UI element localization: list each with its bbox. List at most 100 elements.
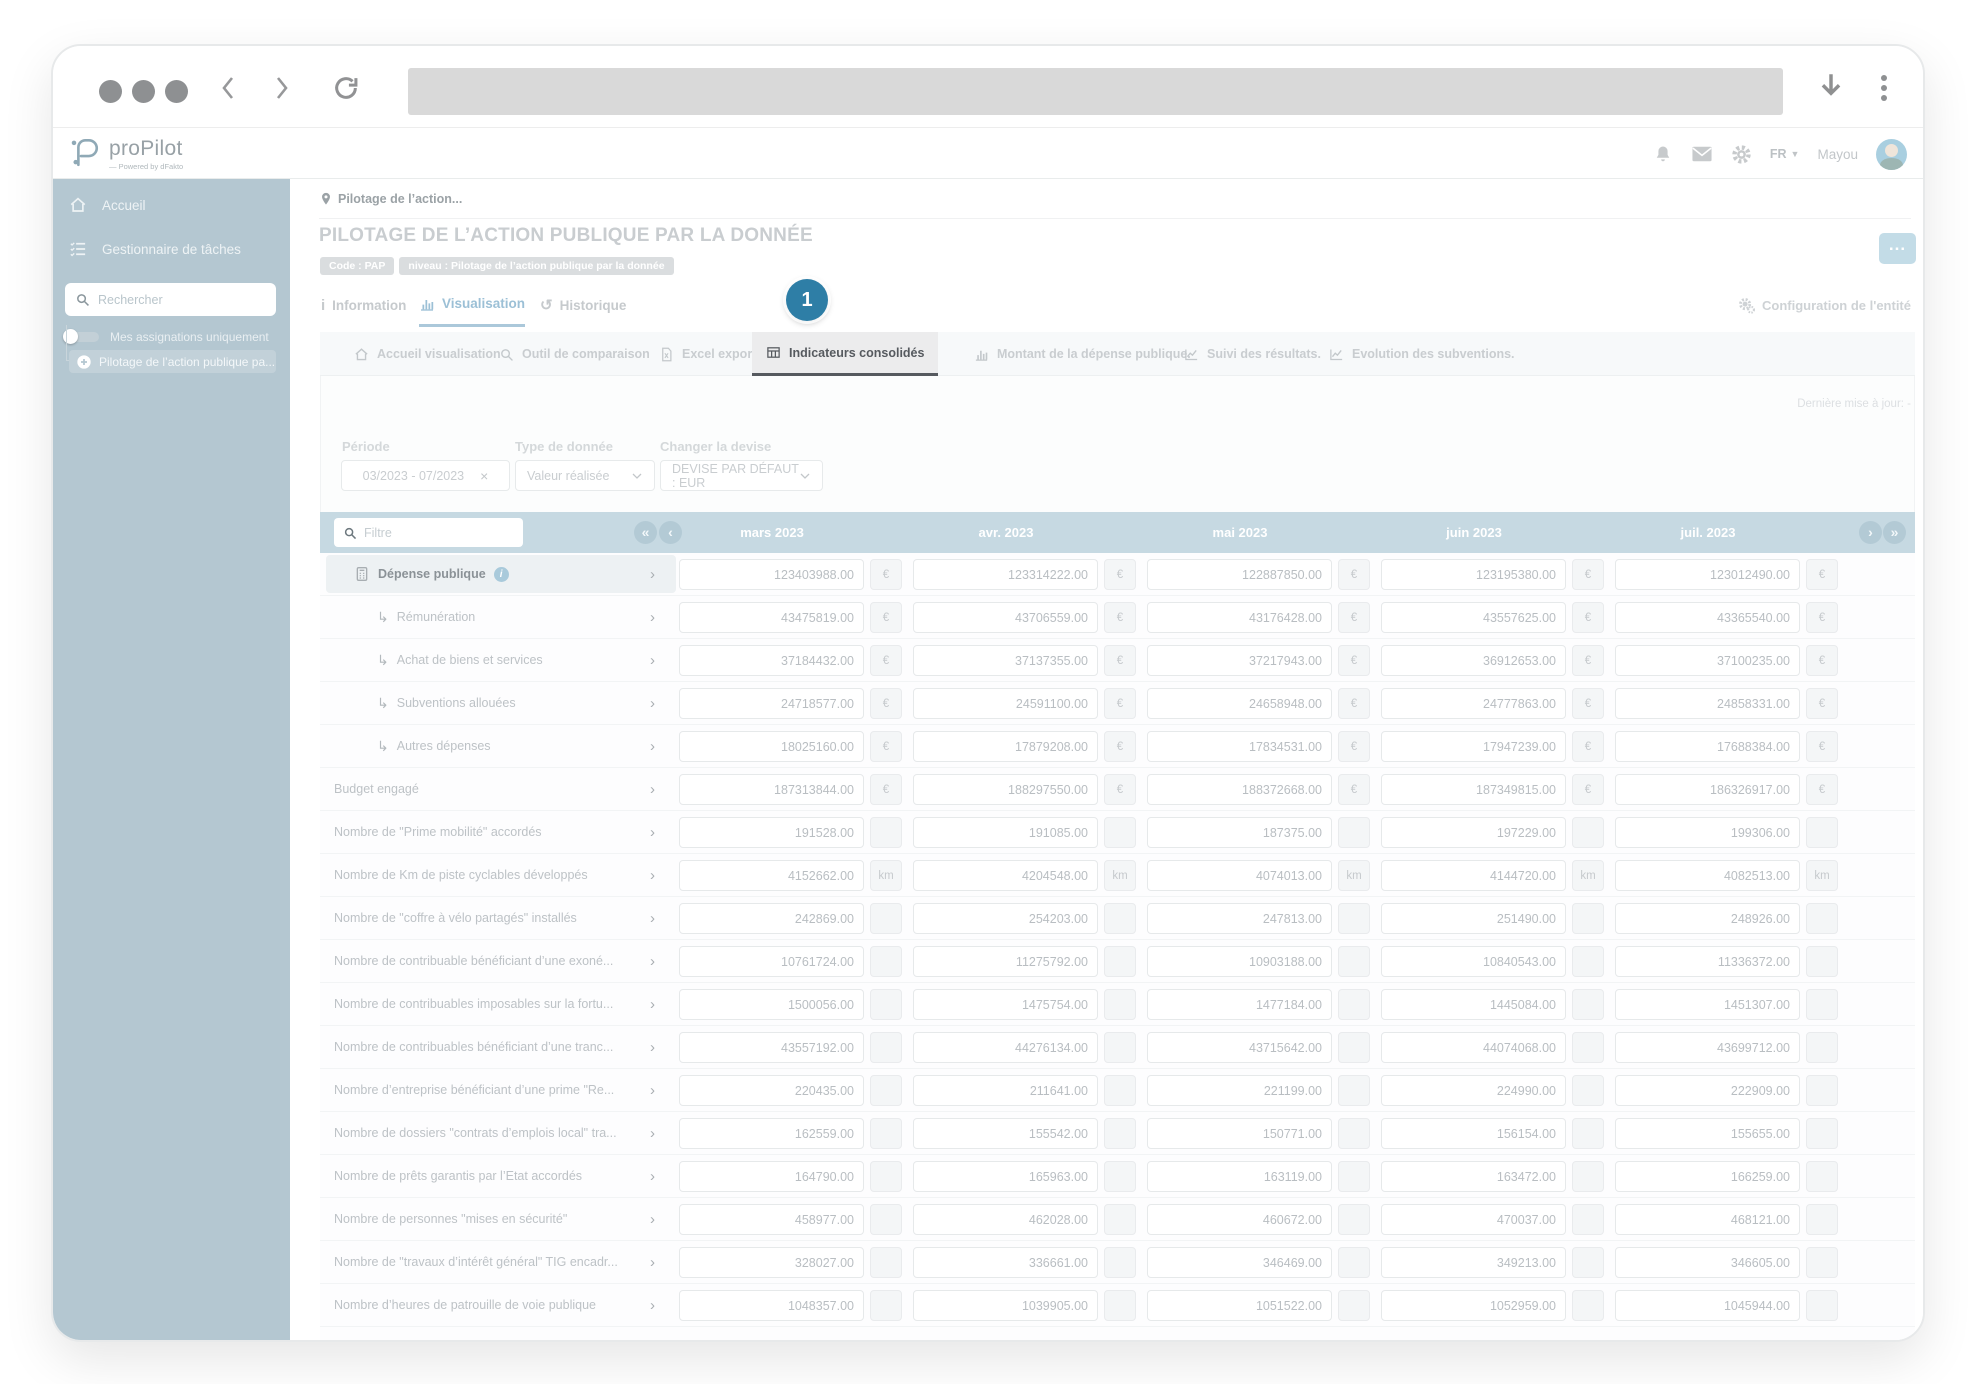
value-input[interactable]: 187349815.00 <box>1381 774 1566 805</box>
back-icon[interactable] <box>216 76 240 100</box>
filter-input[interactable] <box>364 525 514 540</box>
value-input[interactable]: 163472.00 <box>1381 1161 1566 1192</box>
value-input[interactable]: 187313844.00 <box>679 774 864 805</box>
value-input[interactable]: 10840543.00 <box>1381 946 1566 977</box>
expand-chevron-icon[interactable]: › <box>650 768 655 810</box>
value-input[interactable]: 24658948.00 <box>1147 688 1332 719</box>
expand-chevron-icon[interactable]: › <box>650 1069 655 1111</box>
value-input[interactable]: 1048357.00 <box>679 1290 864 1321</box>
expand-chevron-icon[interactable]: › <box>650 553 655 595</box>
value-input[interactable]: 43365540.00 <box>1615 602 1800 633</box>
expand-chevron-icon[interactable]: › <box>650 983 655 1025</box>
value-input[interactable]: 36912653.00 <box>1381 645 1566 676</box>
value-input[interactable]: 123314222.00 <box>913 559 1098 590</box>
expand-chevron-icon[interactable]: › <box>650 811 655 853</box>
value-input[interactable]: 470037.00 <box>1381 1204 1566 1235</box>
window-control-dot[interactable] <box>165 80 188 103</box>
tab-historique[interactable]: ↺ Historique <box>540 283 626 327</box>
value-input[interactable]: 328027.00 <box>679 1247 864 1278</box>
value-input[interactable]: 1475754.00 <box>913 989 1098 1020</box>
expand-chevron-icon[interactable]: › <box>650 1198 655 1240</box>
expand-chevron-icon[interactable]: › <box>650 854 655 896</box>
value-input[interactable]: 24591100.00 <box>913 688 1098 719</box>
value-input[interactable]: 43706559.00 <box>913 602 1098 633</box>
url-bar[interactable] <box>408 68 1783 115</box>
language-selector[interactable]: FR ▼ <box>1770 147 1800 161</box>
type-donnee-select[interactable]: Valeur réalisée <box>515 460 655 491</box>
value-input[interactable]: 163119.00 <box>1147 1161 1332 1192</box>
value-input[interactable]: 17688384.00 <box>1615 731 1800 762</box>
value-input[interactable]: 10903188.00 <box>1147 946 1332 977</box>
value-input[interactable]: 123012490.00 <box>1615 559 1800 590</box>
value-input[interactable]: 43557192.00 <box>679 1032 864 1063</box>
assignments-toggle-row[interactable]: Mes assignations uniquement <box>63 329 269 344</box>
value-input[interactable]: 222909.00 <box>1615 1075 1800 1106</box>
value-input[interactable]: 11336372.00 <box>1615 946 1800 977</box>
value-input[interactable]: 254203.00 <box>913 903 1098 934</box>
value-input[interactable]: 17879208.00 <box>913 731 1098 762</box>
value-input[interactable]: 242869.00 <box>679 903 864 934</box>
value-input[interactable]: 17947239.00 <box>1381 731 1566 762</box>
value-input[interactable]: 191085.00 <box>913 817 1098 848</box>
value-input[interactable]: 1051522.00 <box>1147 1290 1332 1321</box>
periode-input[interactable]: 03/2023 - 07/2023 × <box>341 460 510 491</box>
value-input[interactable]: 349213.00 <box>1381 1247 1566 1278</box>
expand-chevron-icon[interactable]: › <box>650 639 655 681</box>
value-input[interactable]: 346469.00 <box>1147 1247 1332 1278</box>
value-input[interactable]: 17834531.00 <box>1147 731 1332 762</box>
value-input[interactable]: 1500056.00 <box>679 989 864 1020</box>
value-input[interactable]: 4144720.00 <box>1381 860 1566 891</box>
expand-chevron-icon[interactable]: › <box>650 897 655 939</box>
refresh-icon[interactable] <box>332 74 360 102</box>
window-control-dot[interactable] <box>132 80 155 103</box>
value-input[interactable]: 224990.00 <box>1381 1075 1566 1106</box>
expand-chevron-icon[interactable]: › <box>650 1241 655 1283</box>
value-input[interactable]: 1477184.00 <box>1147 989 1332 1020</box>
value-input[interactable]: 4152662.00 <box>679 860 864 891</box>
kebab-menu-icon[interactable] <box>1881 75 1887 105</box>
forward-icon[interactable] <box>270 76 294 100</box>
value-input[interactable]: 4204548.00 <box>913 860 1098 891</box>
value-input[interactable]: 4082513.00 <box>1615 860 1800 891</box>
next-page-button[interactable]: › <box>1859 521 1882 544</box>
value-input[interactable]: 164790.00 <box>679 1161 864 1192</box>
value-input[interactable]: 123403988.00 <box>679 559 864 590</box>
value-input[interactable]: 1045944.00 <box>1615 1290 1800 1321</box>
value-input[interactable]: 458977.00 <box>679 1204 864 1235</box>
value-input[interactable]: 162559.00 <box>679 1118 864 1149</box>
first-page-button[interactable]: « <box>634 521 657 544</box>
value-input[interactable]: 186326917.00 <box>1615 774 1800 805</box>
value-input[interactable]: 468121.00 <box>1615 1204 1800 1235</box>
settings-gear-icon[interactable] <box>1731 144 1752 165</box>
expand-chevron-icon[interactable]: › <box>650 725 655 767</box>
search-input[interactable] <box>98 292 266 307</box>
value-input[interactable]: 155542.00 <box>913 1118 1098 1149</box>
value-input[interactable]: 155655.00 <box>1615 1118 1800 1149</box>
value-input[interactable]: 24718577.00 <box>679 688 864 719</box>
expand-chevron-icon[interactable]: › <box>650 940 655 982</box>
value-input[interactable]: 18025160.00 <box>679 731 864 762</box>
value-input[interactable]: 211641.00 <box>913 1075 1098 1106</box>
expand-chevron-icon[interactable]: › <box>650 1155 655 1197</box>
value-input[interactable]: 188297550.00 <box>913 774 1098 805</box>
value-input[interactable]: 43715642.00 <box>1147 1032 1332 1063</box>
subtab-suivi-des-r-sultats[interactable]: Suivi des résultats. <box>1170 332 1335 376</box>
subtab-outil-de-comparaison[interactable]: Outil de comparaison <box>485 332 664 376</box>
tab-visualisation[interactable]: Visualisation <box>419 283 526 327</box>
value-input[interactable]: 43176428.00 <box>1147 602 1332 633</box>
avatar[interactable] <box>1876 138 1907 170</box>
sidebar-item-accueil[interactable]: Accueil <box>53 185 290 225</box>
expand-chevron-icon[interactable]: › <box>650 1026 655 1068</box>
value-input[interactable]: 251490.00 <box>1381 903 1566 934</box>
value-input[interactable]: 43699712.00 <box>1615 1032 1800 1063</box>
value-input[interactable]: 197229.00 <box>1381 817 1566 848</box>
value-input[interactable]: 37100235.00 <box>1615 645 1800 676</box>
value-input[interactable]: 247813.00 <box>1147 903 1332 934</box>
subtab-indicateurs-consolid-s[interactable]: Indicateurs consolidés <box>752 332 939 376</box>
value-input[interactable]: 462028.00 <box>913 1204 1098 1235</box>
value-input[interactable]: 43557625.00 <box>1381 602 1566 633</box>
value-input[interactable]: 150771.00 <box>1147 1118 1332 1149</box>
value-input[interactable]: 24858331.00 <box>1615 688 1800 719</box>
value-input[interactable]: 1039905.00 <box>913 1290 1098 1321</box>
value-input[interactable]: 187375.00 <box>1147 817 1332 848</box>
